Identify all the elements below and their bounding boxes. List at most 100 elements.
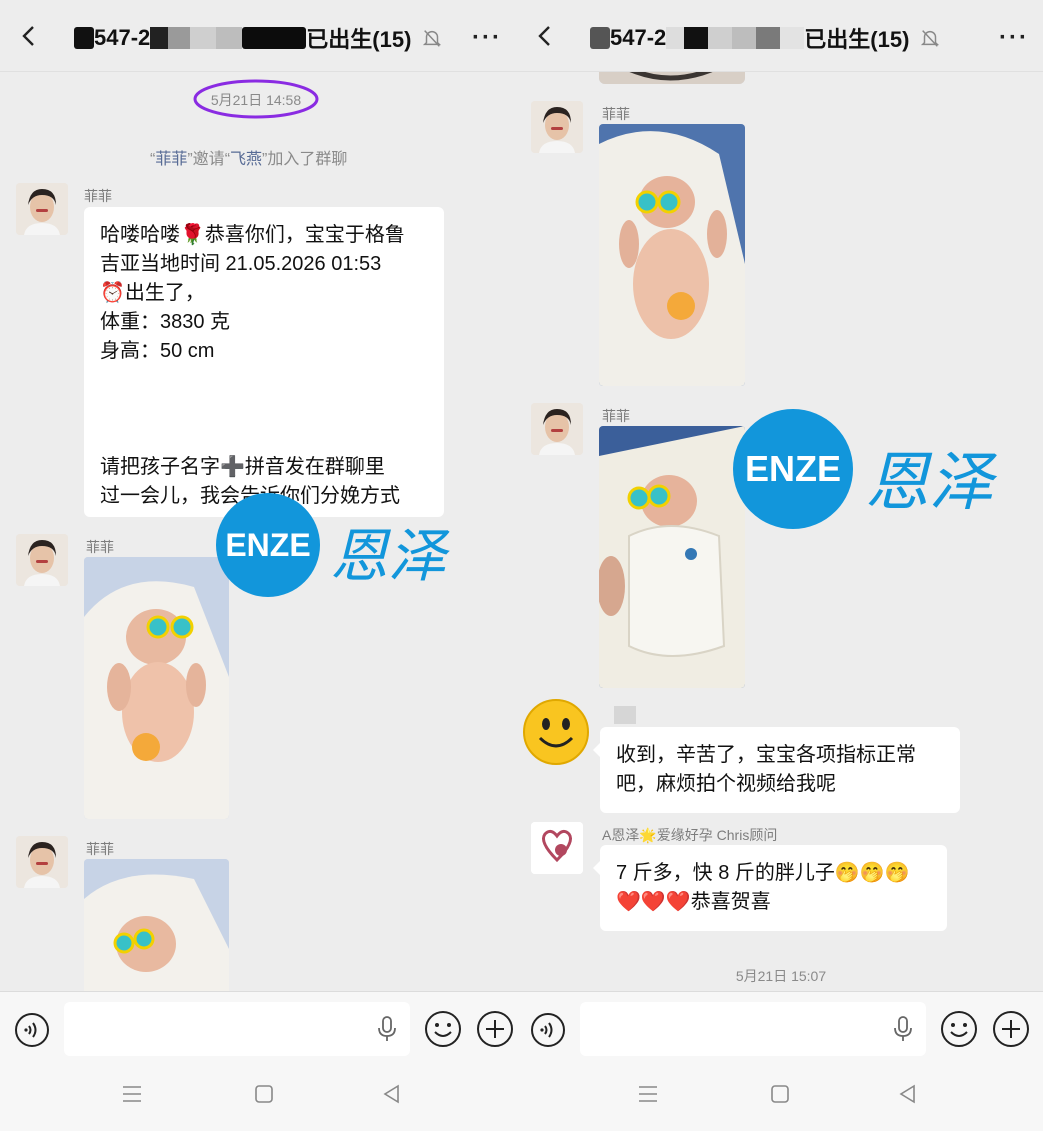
- sender-name: 菲菲: [602, 408, 630, 424]
- menu-icon[interactable]: [636, 1082, 660, 1106]
- system-nav-bar: [0, 1074, 516, 1114]
- avatar[interactable]: [16, 183, 68, 235]
- message-input[interactable]: [64, 1002, 410, 1056]
- baby-photo-image: [599, 124, 745, 386]
- watermark-latin: ENZE: [216, 493, 320, 597]
- bell-off-icon: [921, 30, 940, 47]
- square-icon[interactable]: [768, 1082, 792, 1106]
- redacted-block: [666, 27, 685, 49]
- chat-title-suffix: 已出生(15): [804, 27, 910, 52]
- avatar[interactable]: [531, 403, 583, 455]
- redacted-block: [74, 27, 94, 49]
- avatar-portrait: [16, 836, 68, 888]
- avatar-portrait: [16, 183, 68, 235]
- message-line: 7 斤多，快 8 斤的胖儿子🤭🤭🤭: [616, 862, 910, 884]
- voice-icon[interactable]: [530, 1012, 566, 1048]
- chevron-left-icon[interactable]: [18, 24, 42, 48]
- smiley-icon[interactable]: [940, 1010, 978, 1048]
- message-bubble[interactable]: 收到，辛苦了，宝宝各项指标正常 吧，麻烦拍个视频给我呢: [593, 727, 960, 813]
- sender-name: 菲菲: [602, 106, 630, 122]
- more-options-button[interactable]: ···: [472, 24, 502, 52]
- watermark-logo: ENZE 恩泽: [216, 493, 456, 598]
- message-bubble[interactable]: 哈喽哈喽🌹恭喜你们，宝宝于格鲁 吉亚当地时间 21.05.2026 01:53 …: [84, 207, 444, 517]
- triangle-left-icon[interactable]: [896, 1082, 920, 1106]
- message-line: 体重：3830 克: [100, 311, 231, 333]
- avatar-portrait: [531, 403, 583, 455]
- smiley-avatar-image: [523, 699, 589, 765]
- sender-name: 菲菲: [86, 841, 114, 857]
- avatar-portrait: [531, 101, 583, 153]
- redacted-block: [708, 27, 733, 49]
- avatar[interactable]: [531, 822, 583, 874]
- redacted-block: [590, 27, 610, 49]
- system-message: “菲菲”邀请“飞燕”加入了群聊: [150, 151, 348, 168]
- avatar-portrait: [16, 534, 68, 586]
- message-line: 请把孩子名字➕拼音发在群聊里: [100, 456, 385, 478]
- baby-photo-image: [84, 859, 229, 999]
- message-bubble[interactable]: 7 斤多，快 8 斤的胖儿子🤭🤭🤭 ❤️❤️❤️恭喜贺喜: [593, 845, 947, 931]
- microphone-icon[interactable]: [376, 1016, 398, 1042]
- redacted-block: [150, 27, 169, 49]
- system-text: 加入了群聊: [267, 151, 348, 168]
- message-line: 吉亚当地时间 21.05.2026 01:53: [100, 253, 382, 275]
- sender-name: 菲菲: [86, 539, 114, 555]
- baby-photo[interactable]: [599, 426, 745, 688]
- inviter-name[interactable]: 菲菲: [155, 151, 187, 168]
- smiley-icon[interactable]: [424, 1010, 462, 1048]
- microphone-icon[interactable]: [892, 1016, 914, 1042]
- watermark-logo: ENZE 恩泽: [733, 409, 1013, 529]
- chat-title-prefix: 547-2: [94, 25, 151, 50]
- system-nav-bar: [516, 1074, 1043, 1114]
- chat-input-bar: [0, 991, 516, 1131]
- chat-title: 547-2 已出生(15): [74, 22, 443, 54]
- message-line: 收到，辛苦了，宝宝各项指标正常: [616, 744, 916, 766]
- timestamp: 5月21日 15:07: [735, 968, 827, 984]
- chat-screen-left: 547-2 已出生(15) ··· 5月21日 14:58 “菲菲”邀请“飞燕”…: [0, 0, 516, 1131]
- baby-photo[interactable]: [84, 859, 229, 999]
- bell-off-icon: [423, 30, 442, 47]
- watermark-chinese: 恩泽: [865, 446, 993, 520]
- baby-photo-image: [84, 557, 229, 819]
- watermark-chinese: 恩泽: [330, 522, 447, 590]
- chat-header: 547-2 已出生(15) ···: [0, 0, 516, 72]
- invitee-name[interactable]: 飞燕: [230, 151, 262, 168]
- plus-icon[interactable]: [992, 1010, 1030, 1048]
- chat-header: 547-2 已出生(15) ···: [516, 0, 1043, 72]
- redacted-block: [756, 27, 781, 49]
- sender-name: 菲菲: [84, 188, 112, 204]
- timestamp: 5月21日 14:58: [210, 92, 302, 108]
- redacted-block: [216, 27, 243, 49]
- message-line: ❤️❤️❤️恭喜贺喜: [616, 891, 771, 913]
- baby-photo[interactable]: [599, 124, 745, 386]
- sender-name-redacted: [614, 706, 636, 724]
- blank-lines: [100, 366, 428, 453]
- redacted-block: [732, 27, 757, 49]
- chevron-left-icon[interactable]: [534, 24, 558, 48]
- message-line: 吧，麻烦拍个视频给我呢: [616, 773, 836, 795]
- chat-input-bar: [516, 991, 1043, 1131]
- system-text: 邀请: [192, 151, 225, 168]
- avatar[interactable]: [16, 836, 68, 888]
- avatar-smiley[interactable]: [522, 698, 590, 766]
- plus-icon[interactable]: [476, 1010, 514, 1048]
- square-icon[interactable]: [252, 1082, 276, 1106]
- redacted-block: [242, 27, 307, 49]
- triangle-left-icon[interactable]: [380, 1082, 404, 1106]
- message-line: 哈喽哈喽🌹恭喜你们，宝宝于格鲁: [100, 224, 405, 246]
- chat-title-prefix: 547-2: [610, 25, 667, 50]
- redacted-block: [780, 27, 805, 49]
- menu-icon[interactable]: [120, 1082, 144, 1106]
- avatar[interactable]: [16, 534, 68, 586]
- chat-title-suffix: 已出生(15): [306, 27, 412, 52]
- message-input[interactable]: [580, 1002, 926, 1056]
- redacted-block: [168, 27, 191, 49]
- chat-screen-right: 547-2 已出生(15) ··· 菲菲 菲菲 ENZE 恩泽 收到，辛苦了，宝…: [516, 0, 1043, 1131]
- brand-logo-avatar: [531, 822, 583, 874]
- sender-name: A恩泽🌟爱缘好孕 Chris顾问: [602, 827, 778, 843]
- more-options-button[interactable]: ···: [999, 24, 1029, 52]
- baby-photo[interactable]: [84, 557, 229, 819]
- voice-icon[interactable]: [14, 1012, 50, 1048]
- message-line: ⏰出生了，: [100, 282, 205, 304]
- message-line: 身高：50 cm: [100, 340, 215, 362]
- avatar[interactable]: [531, 101, 583, 153]
